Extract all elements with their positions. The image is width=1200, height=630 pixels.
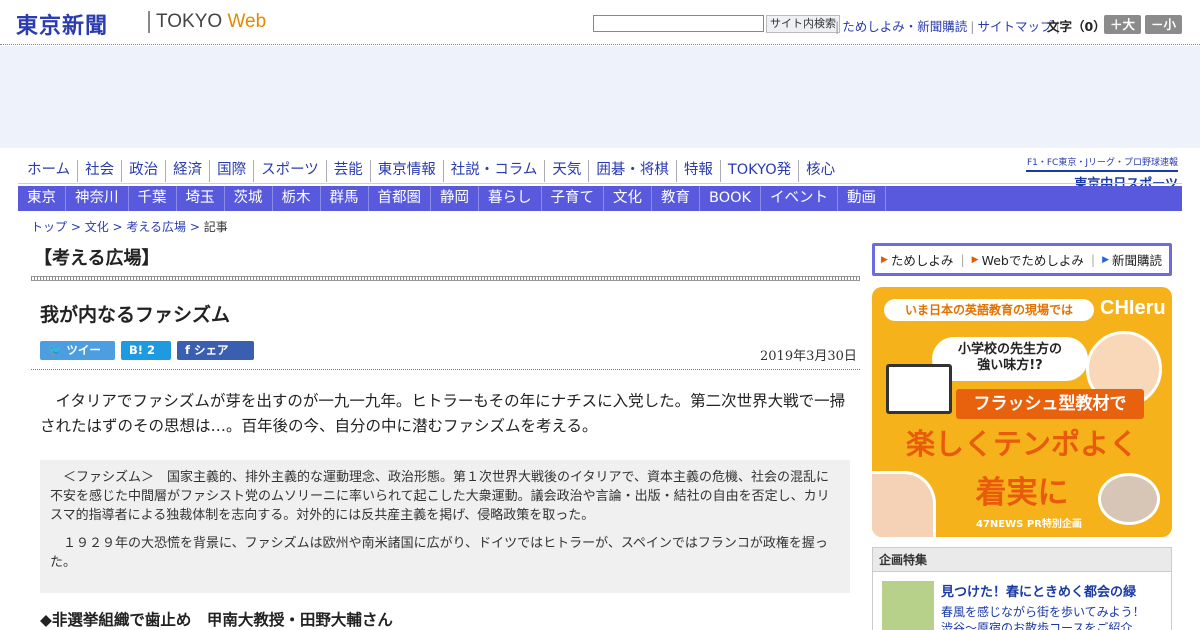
breadcrumb-culture[interactable]: 文化 <box>85 220 109 234</box>
link-trial-subscribe[interactable]: ためしよみ・新聞購読 <box>839 19 970 34</box>
ad-banner-area <box>0 46 1200 148</box>
logo-tokyo-shimbun[interactable]: 東京新聞 <box>16 8 108 40</box>
promo-headline-1: 楽しくテンポよく <box>905 427 1138 461</box>
region-gunma[interactable]: 群馬 <box>321 186 369 211</box>
breadcrumb-current: 記事 <box>203 220 228 234</box>
publish-date: 2019年3月30日 <box>760 349 857 364</box>
arrow-right-icon: ▶ <box>1102 254 1109 265</box>
link-sitemap[interactable]: サイトマップ <box>974 19 1055 34</box>
nav-international[interactable]: 国際 <box>209 160 253 182</box>
nav-economy[interactable]: 経済 <box>165 160 209 182</box>
hatena-bookmark-button[interactable]: B! 2 <box>121 341 171 360</box>
article-title: 我が内なるファシズム <box>40 304 231 326</box>
link-web-tameshiyomi[interactable]: Webでためしよみ <box>982 250 1084 269</box>
nav-home[interactable]: ホーム <box>20 160 77 182</box>
nav-tokyo-info[interactable]: 東京情報 <box>369 160 443 182</box>
link-subscription[interactable]: 新聞購読 <box>1112 250 1162 269</box>
interview-subheading: ◆非選挙組織で歯止め 甲南大教授・田野大輔さん <box>40 611 393 629</box>
twitter-icon: 🐦 <box>48 343 63 357</box>
section-divider <box>31 276 860 281</box>
promo-ribbon: フラッシュ型教材で <box>956 389 1144 419</box>
glossary-text-1: ＜ファシズム＞ 国家主義的、排外主義的な運動理念、政治形態。第１次世界大戦後のイ… <box>50 470 830 523</box>
section-title: 【考える広場】 <box>34 248 160 269</box>
article-divider <box>31 369 860 370</box>
search-input[interactable] <box>593 15 764 32</box>
nav-education[interactable]: 教育 <box>652 186 700 211</box>
region-tokyo[interactable]: 東京 <box>18 186 66 211</box>
logo-divider <box>148 11 150 33</box>
region-nav: 東京 神奈川 千葉 埼玉 茨城 栃木 群馬 首都圏 静岡 暮らし 子育て 文化 … <box>18 186 1182 211</box>
glossary-paragraph-1: ＜ファシズム＞ 国家主義的、排外主義的な運動理念、政治形態。第１次世界大戦後のイ… <box>50 468 838 525</box>
glossary-text-2: １９２９年の大恐慌を背景に、ファシズムは欧州や南米諸国に広がり、ドイツではヒトラ… <box>50 536 828 570</box>
logo-tokyo-web[interactable]: TOKYO Web <box>156 11 266 33</box>
nav-society[interactable]: 社会 <box>77 160 121 182</box>
font-smaller-button[interactable]: －小 <box>1145 15 1182 34</box>
nav-kakushin[interactable]: 核心 <box>798 160 842 182</box>
region-ibaraki[interactable]: 茨城 <box>225 186 273 211</box>
main-nav: ホーム 社会 政治 経済 国際 スポーツ 芸能 東京情報 社説・コラム 天気 囲… <box>20 160 842 182</box>
bubble-line-2: 強い味方!? <box>977 358 1043 373</box>
feature-header: 企画特集 <box>873 548 1171 572</box>
nav-tokuho[interactable]: 特報 <box>675 160 720 182</box>
region-shutoken[interactable]: 首都圏 <box>369 186 431 211</box>
nav-politics[interactable]: 政治 <box>121 160 165 182</box>
promo-brand-logo: CHIeru <box>1100 297 1166 319</box>
feature-thumbnail[interactable] <box>882 581 934 630</box>
facebook-icon: f <box>185 343 191 357</box>
feature-title[interactable]: 見つけた！春にときめく都会の緑 <box>941 581 1136 600</box>
student-photo <box>872 471 936 537</box>
site-search-button[interactable]: サイト内検索 <box>766 15 840 33</box>
promo-banner[interactable]: いま日本の英語教育の現場では CHIeru 小学校の先生方の 強い味方!? フラ… <box>872 287 1172 537</box>
feature-box: 企画特集 見つけた！春にときめく都会の緑 春風を感じながら街を歩いてみよう！ 渋… <box>872 547 1172 630</box>
display-board-illustration <box>886 364 952 414</box>
nav-culture[interactable]: 文化 <box>604 186 652 211</box>
logo-tokyo-text: TOKYO <box>156 11 223 32</box>
article-lead: イタリアでファシズムが芽を出すのが一九一九年。ヒトラーもその年にナチスに入党した… <box>40 389 850 439</box>
region-saitama[interactable]: 埼玉 <box>177 186 225 211</box>
facebook-share-button[interactable]: f シェア 31 <box>177 341 254 376</box>
arrow-right-icon: ▶ <box>881 254 888 265</box>
article-lead-text: イタリアでファシズムが芽を出すのが一九一九年。ヒトラーもその年にナチスに入党した… <box>40 392 846 435</box>
subscribe-links-box: ▶ ためしよみ | ▶ Webでためしよみ | ▶ 新聞購読 <box>872 243 1172 276</box>
nav-book[interactable]: BOOK <box>700 186 762 211</box>
student-photo <box>1098 473 1160 525</box>
nav-video[interactable]: 動画 <box>838 186 887 211</box>
logo-web-text: Web <box>227 11 267 32</box>
promo-tagline: いま日本の英語教育の現場では <box>884 299 1094 321</box>
top-links: | ためしよみ・新聞購読 | サイトマップ | <box>835 19 1060 34</box>
region-kanagawa[interactable]: 神奈川 <box>66 186 129 211</box>
nav-weather[interactable]: 天気 <box>544 160 588 182</box>
promo-pr-label: 47NEWS PR特別企画 <box>976 519 1082 530</box>
glossary-box: ＜ファシズム＞ 国家主義的、排外主義的な運動理念、政治形態。第１次世界大戦後のイ… <box>40 460 850 593</box>
site-header: 東京新聞 TOKYO Web サイト内検索 | ためしよみ・新聞購読 | サイトマップ… <box>0 0 1200 45</box>
breadcrumb-top[interactable]: トップ <box>31 220 67 234</box>
feature-desc-line-1: 春風を感じながら街を歩いてみよう！ <box>941 605 1145 619</box>
promo-speech-bubble: 小学校の先生方の 強い味方!? <box>932 337 1088 381</box>
link-tameshiyomi[interactable]: ためしよみ <box>891 250 954 269</box>
breadcrumb-kangaeru[interactable]: 考える広場 <box>126 220 186 234</box>
region-tochigi[interactable]: 栃木 <box>273 186 321 211</box>
nav-entertainment[interactable]: 芸能 <box>325 160 370 182</box>
nav-tokyo-hatsu[interactable]: TOKYO発 <box>719 160 798 182</box>
nav-living[interactable]: 暮らし <box>479 186 542 211</box>
nav-divider <box>18 183 1182 184</box>
nav-sports[interactable]: スポーツ <box>253 160 326 182</box>
breadcrumb: トップ > 文化 > 考える広場 > 記事 <box>31 220 228 234</box>
feature-description[interactable]: 春風を感じながら街を歩いてみよう！ 渋谷～原宿のお散歩コースをご紹介 <box>941 604 1145 630</box>
bubble-line-1: 小学校の先生方の <box>957 342 1062 357</box>
region-chiba[interactable]: 千葉 <box>129 186 177 211</box>
font-size-label: 文字（0） <box>1047 19 1106 34</box>
nav-parenting[interactable]: 子育て <box>542 186 604 211</box>
arrow-right-icon: ▶ <box>971 254 979 265</box>
nav-events[interactable]: イベント <box>761 186 839 211</box>
chunichi-subtitle: F1・FC東京・Jリーグ・プロ野球速報 <box>1026 158 1178 168</box>
region-shizuoka[interactable]: 静岡 <box>431 186 479 211</box>
feature-desc-line-2: 渋谷～原宿のお散歩コースをご紹介 <box>941 621 1133 630</box>
nav-go-shogi[interactable]: 囲碁・将棋 <box>588 160 676 182</box>
tweet-button[interactable]: 🐦 ツイート <box>40 341 115 376</box>
facebook-share-label: シェア 31 <box>185 343 229 376</box>
font-larger-button[interactable]: ＋大 <box>1104 15 1141 34</box>
glossary-paragraph-2: １９２９年の大恐慌を背景に、ファシズムは欧州や南米諸国に広がり、ドイツではヒトラ… <box>50 534 838 572</box>
nav-editorial[interactable]: 社説・コラム <box>442 160 545 182</box>
